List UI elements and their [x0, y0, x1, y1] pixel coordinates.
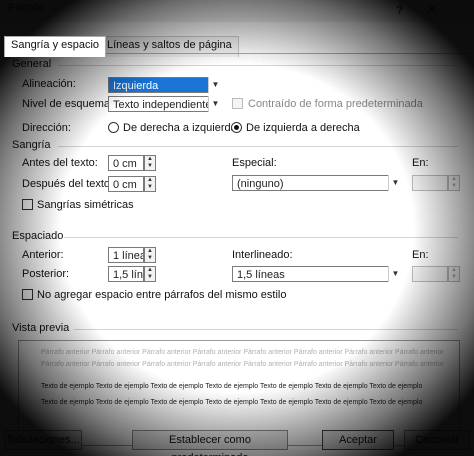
help-icon[interactable]: ? — [396, 3, 403, 17]
especial-value: (ninguno) — [237, 178, 284, 190]
cancelar-button[interactable]: Cancelar — [404, 430, 470, 450]
spin-up-icon[interactable]: ▲ — [450, 176, 458, 183]
section-sangria-heading: Sangría — [12, 139, 51, 151]
spin-down-icon[interactable]: ▼ — [146, 184, 154, 191]
contraido-checkbox[interactable] — [232, 98, 243, 109]
section-divider — [58, 65, 458, 66]
establecer-predeterminado-button[interactable]: Establecer como predeterminado — [132, 430, 288, 456]
dir-rtl-radio[interactable] — [108, 122, 119, 133]
nivel-esquema-label: Nivel de esquema: — [22, 98, 114, 110]
spin-up-icon[interactable]: ▲ — [146, 248, 154, 255]
spin-down-icon[interactable]: ▼ — [450, 183, 458, 190]
despues-texto-label: Después del texto: — [22, 178, 114, 190]
tab-sangria-espacio[interactable]: Sangría y espacio — [4, 36, 107, 57]
sangria-en-spinner[interactable]: ▲ ▼ — [448, 175, 460, 191]
spin-up-icon[interactable]: ▲ — [450, 267, 458, 274]
aceptar-button[interactable]: Aceptar — [322, 430, 394, 450]
chevron-down-icon[interactable]: ▼ — [208, 96, 222, 112]
no-agregar-espacio-label: No agregar espacio entre párrafos del mi… — [37, 289, 287, 301]
close-icon[interactable]: ✕ — [426, 1, 438, 18]
section-divider — [74, 329, 458, 330]
especial-label: Especial: — [232, 157, 277, 169]
nivel-esquema-value: Texto independiente — [113, 99, 212, 111]
sangrias-simetricas-label: Sangrías simétricas — [37, 199, 134, 211]
section-divider — [64, 237, 458, 238]
chevron-down-icon[interactable]: ▼ — [388, 266, 402, 282]
antes-texto-spinner[interactable]: ▲ ▼ — [144, 155, 156, 171]
nivel-esquema-select[interactable]: Texto independiente — [108, 96, 222, 112]
section-espaciado-heading: Espaciado — [12, 230, 64, 242]
alineacion-label: Alineación: — [22, 78, 76, 90]
dir-ltr-radio[interactable] — [231, 122, 242, 133]
preview-previous-line: Párrafo anterior Párrafo anterior Párraf… — [41, 349, 444, 356]
alineacion-value: Izquierda — [113, 80, 159, 92]
espaciado-en-input[interactable] — [412, 266, 448, 282]
tabulaciones-button[interactable]: Tabulaciones... — [4, 430, 82, 450]
sangrias-simetricas-checkbox[interactable] — [22, 199, 33, 210]
anterior-spinner[interactable]: ▲ ▼ — [144, 247, 156, 263]
posterior-spinner[interactable]: ▲ ▼ — [144, 266, 156, 282]
preview-sample-line: Texto de ejemplo Texto de ejemplo Texto … — [41, 399, 423, 406]
posterior-label: Posterior: — [22, 268, 70, 280]
anterior-input[interactable]: 1 línea — [108, 247, 144, 263]
spin-up-icon[interactable]: ▲ — [146, 267, 154, 274]
despues-texto-input[interactable]: 0 cm — [108, 176, 144, 192]
section-vista-previa-heading: Vista previa — [12, 322, 70, 334]
interlineado-select[interactable]: 1,5 líneas — [232, 266, 402, 282]
direccion-label: Dirección: — [22, 122, 71, 134]
paragraph-dialog: Párrafo ? ✕ Sangría y espacio Líneas y s… — [0, 0, 474, 456]
spin-up-icon[interactable]: ▲ — [146, 177, 154, 184]
preview-sample-line: Texto de ejemplo Texto de ejemplo Texto … — [41, 383, 423, 390]
anterior-label: Anterior: — [22, 249, 64, 261]
chevron-down-icon[interactable]: ▼ — [388, 175, 402, 191]
no-agregar-espacio-checkbox[interactable] — [22, 289, 33, 300]
chevron-down-icon[interactable]: ▼ — [208, 77, 222, 93]
dir-rtl-label: De derecha a izquierda — [123, 122, 237, 134]
antes-texto-input[interactable]: 0 cm — [108, 155, 144, 171]
section-general-heading: General — [12, 58, 52, 70]
dialog-title: Párrafo — [8, 2, 45, 14]
posterior-value: 1,5 líne — [113, 269, 143, 281]
contraido-label: Contraído de forma predeterminada — [248, 98, 423, 110]
section-divider — [58, 146, 458, 147]
anterior-value: 1 línea — [113, 250, 144, 262]
posterior-input[interactable]: 1,5 líne — [108, 266, 144, 282]
interlineado-value: 1,5 líneas — [237, 269, 285, 281]
despues-texto-spinner[interactable]: ▲ ▼ — [144, 176, 156, 192]
spin-down-icon[interactable]: ▼ — [146, 163, 154, 170]
spin-down-icon[interactable]: ▼ — [146, 255, 154, 262]
dir-ltr-label: De izquierda a derecha — [246, 122, 360, 134]
title-bar: Párrafo ? ✕ — [0, 0, 474, 22]
preview-previous-line: Párrafo anterior Párrafo anterior Párraf… — [41, 361, 444, 368]
espaciado-en-spinner[interactable]: ▲ ▼ — [448, 266, 460, 282]
spin-down-icon[interactable]: ▼ — [146, 274, 154, 281]
sangria-en-label: En: — [412, 157, 429, 169]
antes-texto-label: Antes del texto: — [22, 157, 98, 169]
spin-up-icon[interactable]: ▲ — [146, 156, 154, 163]
espaciado-en-label: En: — [412, 249, 429, 261]
sangria-en-input[interactable] — [412, 175, 448, 191]
alineacion-select[interactable]: Izquierda — [108, 77, 222, 93]
despues-texto-value: 0 cm — [113, 179, 137, 191]
interlineado-label: Interlineado: — [232, 249, 293, 261]
especial-select[interactable]: (ninguno) — [232, 175, 402, 191]
antes-texto-value: 0 cm — [113, 158, 137, 170]
spin-down-icon[interactable]: ▼ — [450, 274, 458, 281]
